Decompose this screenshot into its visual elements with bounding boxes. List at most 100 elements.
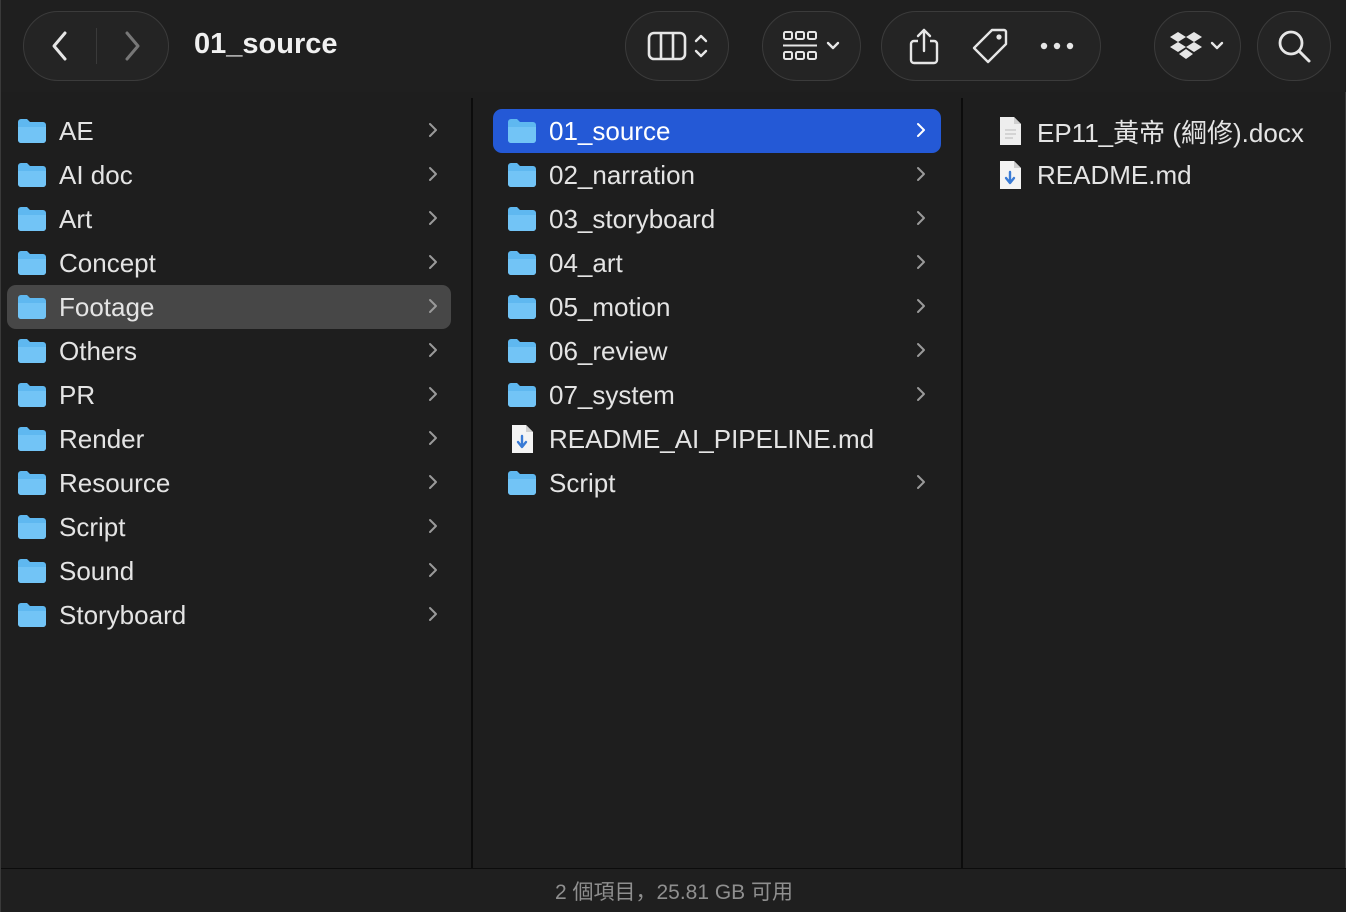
forward-button[interactable] — [97, 11, 169, 81]
chevron-right-icon — [122, 30, 142, 62]
item-label: PR — [59, 379, 96, 410]
chevron-right-icon — [911, 206, 931, 232]
column-3: EP11_黃帝 (綱修).docx README.md — [963, 98, 1346, 868]
grid-group-icon — [780, 28, 844, 64]
toolbar: 01_source — [1, 0, 1346, 92]
chevron-right-icon — [911, 162, 931, 188]
dropbox-button[interactable] — [1154, 11, 1241, 81]
folder-item-03-storyboard[interactable]: 03_storyboard — [493, 197, 941, 241]
folder-item-resource[interactable]: Resource — [7, 461, 451, 505]
columns-view-icon — [646, 29, 708, 63]
item-label: Render — [59, 423, 145, 454]
status-text: 2 個項目，25.81 GB 可用 — [554, 880, 794, 904]
item-label: README.md — [1037, 159, 1192, 190]
folder-item-07-system[interactable]: 07_system — [493, 373, 941, 417]
chevron-right-icon — [423, 602, 443, 628]
item-label: Others — [59, 335, 138, 366]
item-label: AI doc — [59, 159, 133, 190]
folder-item-others[interactable]: Others — [7, 329, 451, 373]
file-item-readme-md[interactable]: README.md — [997, 153, 1337, 197]
chevron-right-icon — [423, 250, 443, 276]
folder-icon — [17, 426, 47, 452]
folder-item-06-review[interactable]: 06_review — [493, 329, 941, 373]
folder-icon — [507, 118, 537, 144]
chevron-right-icon — [423, 514, 443, 540]
document-file-icon — [997, 116, 1023, 146]
folder-icon — [17, 162, 47, 188]
folder-icon — [17, 250, 47, 276]
file-item-ep11-docx[interactable]: EP11_黃帝 (綱修).docx — [997, 109, 1337, 153]
item-label: 02_narration — [549, 159, 695, 190]
folder-item-01-source[interactable]: 01_source — [493, 109, 941, 153]
folder-item-footage[interactable]: Footage — [7, 285, 451, 329]
folder-item-render[interactable]: Render — [7, 417, 451, 461]
folder-icon — [17, 338, 47, 364]
chevron-right-icon — [423, 426, 443, 452]
chevron-left-icon — [50, 30, 70, 62]
navigation-group — [23, 11, 169, 81]
folder-icon — [17, 602, 47, 628]
search-button[interactable] — [1257, 11, 1331, 81]
folder-icon — [17, 514, 47, 540]
folder-item-pr[interactable]: PR — [7, 373, 451, 417]
chevron-right-icon — [423, 338, 443, 364]
folder-item-script[interactable]: Script — [493, 461, 941, 505]
chevron-right-icon — [423, 118, 443, 144]
chevron-right-icon — [911, 250, 931, 276]
tag-icon[interactable] — [970, 26, 1010, 66]
chevron-right-icon — [911, 470, 931, 496]
folder-item-concept[interactable]: Concept — [7, 241, 451, 285]
item-label: Art — [59, 203, 93, 234]
item-label: 06_review — [549, 335, 668, 366]
item-label: Sound — [59, 555, 135, 586]
column-2: 01_source 02_narration 03_storyboard 04_art… — [473, 98, 961, 868]
folder-icon — [17, 294, 47, 320]
chevron-right-icon — [423, 470, 443, 496]
item-label: 05_motion — [549, 291, 671, 322]
item-label: Storyboard — [59, 599, 187, 630]
folder-icon — [17, 558, 47, 584]
folder-item-05-motion[interactable]: 05_motion — [493, 285, 941, 329]
item-label: AE — [59, 115, 94, 146]
group-by-button[interactable] — [762, 11, 861, 81]
item-label: Resource — [59, 467, 171, 498]
folder-icon — [507, 338, 537, 364]
folder-icon — [507, 250, 537, 276]
file-item-readme-ai-pipeline-md[interactable]: README_AI_PIPELINE.md — [493, 417, 941, 461]
ellipsis-icon[interactable] — [1039, 41, 1075, 51]
folder-item-ai-doc[interactable]: AI doc — [7, 153, 451, 197]
folder-icon — [17, 470, 47, 496]
markdown-file-icon — [507, 425, 537, 453]
item-label: Script — [59, 511, 126, 542]
share-icon[interactable] — [907, 26, 941, 66]
action-group — [881, 11, 1101, 81]
finder-window: 01_source AE AI doc Art Concept Footage … — [0, 0, 1346, 912]
chevron-right-icon — [423, 558, 443, 584]
folder-icon — [507, 162, 537, 188]
folder-item-ae[interactable]: AE — [7, 109, 451, 153]
folder-item-sound[interactable]: Sound — [7, 549, 451, 593]
dropbox-icon — [1168, 30, 1228, 62]
search-icon — [1276, 28, 1312, 64]
chevron-right-icon — [911, 338, 931, 364]
folder-item-art[interactable]: Art — [7, 197, 451, 241]
item-label: Concept — [59, 247, 156, 278]
chevron-right-icon — [911, 294, 931, 320]
back-button[interactable] — [24, 11, 96, 81]
folder-item-storyboard[interactable]: Storyboard — [7, 593, 451, 637]
folder-icon — [17, 206, 47, 232]
folder-item-02-narration[interactable]: 02_narration — [493, 153, 941, 197]
folder-icon — [507, 206, 537, 232]
folder-item-script[interactable]: Script — [7, 505, 451, 549]
folder-icon — [507, 382, 537, 408]
folder-icon — [507, 294, 537, 320]
item-label: Script — [549, 467, 616, 498]
status-bar: 2 個項目，25.81 GB 可用 — [1, 868, 1346, 912]
chevron-right-icon — [423, 206, 443, 232]
markdown-file-icon — [997, 160, 1023, 190]
chevron-right-icon — [423, 162, 443, 188]
window-title: 01_source — [194, 28, 338, 60]
folder-item-04-art[interactable]: 04_art — [493, 241, 941, 285]
item-label: EP11_黃帝 (綱修).docx — [1037, 117, 1304, 148]
view-mode-button[interactable] — [625, 11, 729, 81]
